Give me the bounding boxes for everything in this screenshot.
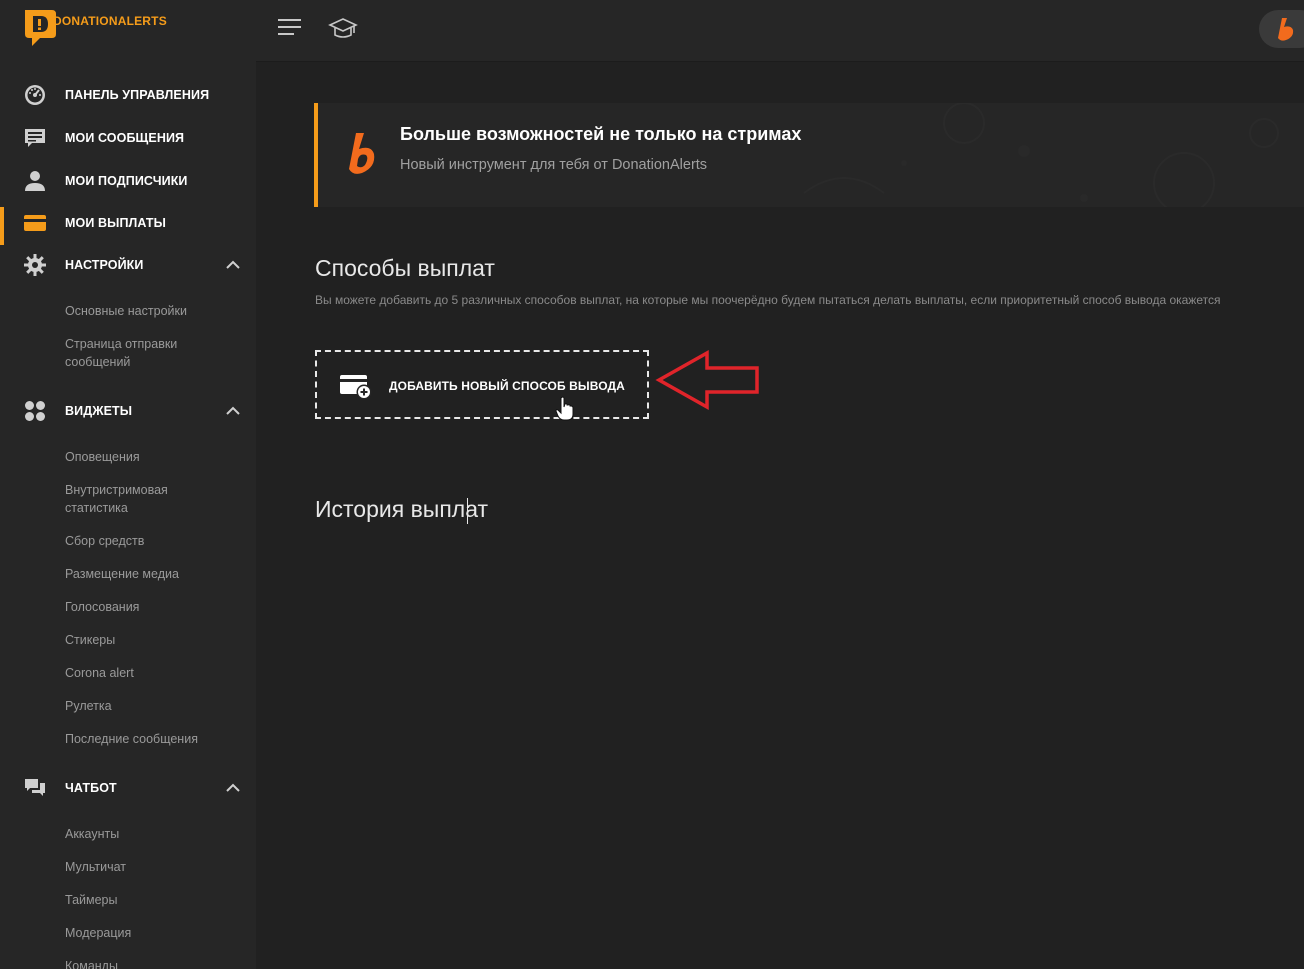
nav-label: ЧАТБОТ bbox=[65, 781, 117, 795]
sub-item-stickers[interactable]: Стикеры bbox=[65, 631, 245, 649]
sub-item-last-messages[interactable]: Последние сообщения bbox=[65, 730, 245, 748]
banner-title: Больше возможностей не только на стримах bbox=[400, 124, 802, 144]
nav-payouts[interactable]: МОИ ВЫПЛАТЫ bbox=[0, 203, 256, 245]
sub-item-accounts[interactable]: Аккаунты bbox=[65, 825, 245, 843]
banner-subtitle: Новый инструмент для тебя от DonationAle… bbox=[400, 157, 708, 173]
payouts-description: Вы можете добавить до 5 различных способ… bbox=[315, 293, 1221, 307]
sub-item-stream-stats[interactable]: Внутристримовая статистика bbox=[65, 481, 205, 517]
nav-label: НАСТРОЙКИ bbox=[65, 258, 144, 272]
sub-item-moderation[interactable]: Модерация bbox=[65, 924, 245, 942]
dashboard-gauge-icon bbox=[23, 83, 47, 107]
add-payout-label: ДОБАВИТЬ НОВЫЙ СПОСОБ ВЫВОДА bbox=[389, 379, 625, 393]
sub-item-basic-settings[interactable]: Основные настройки bbox=[65, 302, 245, 320]
nav-settings[interactable]: НАСТРОЙКИ bbox=[0, 245, 256, 285]
history-title: История выплат bbox=[315, 496, 489, 522]
nav-messages[interactable]: МОИ СООБЩЕНИЯ bbox=[0, 118, 256, 158]
chevron-up-icon[interactable] bbox=[224, 402, 242, 420]
sub-item-polls[interactable]: Голосования bbox=[65, 598, 245, 616]
hand-cursor-icon bbox=[555, 396, 574, 421]
nav-label: МОИ СООБЩЕНИЯ bbox=[65, 131, 185, 145]
sub-item-corona-alert[interactable]: Corona alert bbox=[65, 664, 245, 682]
menu-icon[interactable] bbox=[278, 19, 302, 39]
nav-label: МОИ ПОДПИСЧИКИ bbox=[65, 174, 188, 188]
message-icon bbox=[23, 126, 47, 150]
profile-avatar[interactable] bbox=[1259, 10, 1304, 48]
payment-card-icon bbox=[23, 211, 47, 235]
payouts-title: Способы выплат bbox=[315, 255, 495, 281]
top-bar bbox=[256, 0, 1304, 62]
chevron-up-icon[interactable] bbox=[224, 779, 242, 797]
sub-item-commands[interactable]: Команды bbox=[65, 957, 245, 969]
add-payout-method-button[interactable]: ДОБАВИТЬ НОВЫЙ СПОСОБ ВЫВОДА bbox=[315, 350, 649, 419]
banner-decoration bbox=[803, 103, 1279, 207]
nav-label: ВИДЖЕТЫ bbox=[65, 404, 133, 418]
nav-chatbot[interactable]: ЧАТБОТ bbox=[0, 768, 256, 808]
brand-b-icon bbox=[1278, 18, 1294, 41]
chevron-up-icon[interactable] bbox=[224, 256, 242, 274]
text-cursor bbox=[467, 498, 468, 524]
sub-item-send-page[interactable]: Страница отправки сообщений bbox=[65, 335, 225, 371]
red-arrow-annotation bbox=[655, 350, 759, 410]
nav-label: МОИ ВЫПЛАТЫ bbox=[65, 216, 166, 230]
nav-subscribers[interactable]: МОИ ПОДПИСЧИКИ bbox=[0, 161, 256, 201]
sub-item-media[interactable]: Размещение медиа bbox=[65, 565, 245, 583]
user-icon bbox=[23, 169, 47, 193]
nav-dashboard[interactable]: ПАНЕЛЬ УПРАВЛЕНИЯ bbox=[0, 75, 256, 115]
promo-banner[interactable]: Больше возможностей не только на стримах… bbox=[314, 103, 1304, 207]
sub-item-multichat[interactable]: Мультичат bbox=[65, 858, 245, 876]
sub-item-fundraising[interactable]: Сбор средств bbox=[65, 532, 245, 550]
gear-icon bbox=[23, 253, 47, 277]
sub-item-alerts[interactable]: Оповещения bbox=[65, 448, 245, 466]
chat-icon bbox=[23, 776, 47, 800]
sub-item-roulette[interactable]: Рулетка bbox=[65, 697, 245, 715]
add-card-icon bbox=[340, 375, 372, 400]
brand-b-icon bbox=[349, 133, 375, 174]
nav-label: ПАНЕЛЬ УПРАВЛЕНИЯ bbox=[65, 88, 210, 102]
widgets-icon bbox=[23, 399, 47, 423]
sidebar: DONATIONALERTS ПАНЕЛЬ УПРАВЛЕНИЯ МОИ СОО… bbox=[0, 0, 256, 969]
graduation-cap-icon[interactable] bbox=[328, 16, 358, 42]
app-name: DONATIONALERTS bbox=[53, 14, 167, 28]
sub-item-timers[interactable]: Таймеры bbox=[65, 891, 245, 909]
nav-widgets[interactable]: ВИДЖЕТЫ bbox=[0, 391, 256, 431]
